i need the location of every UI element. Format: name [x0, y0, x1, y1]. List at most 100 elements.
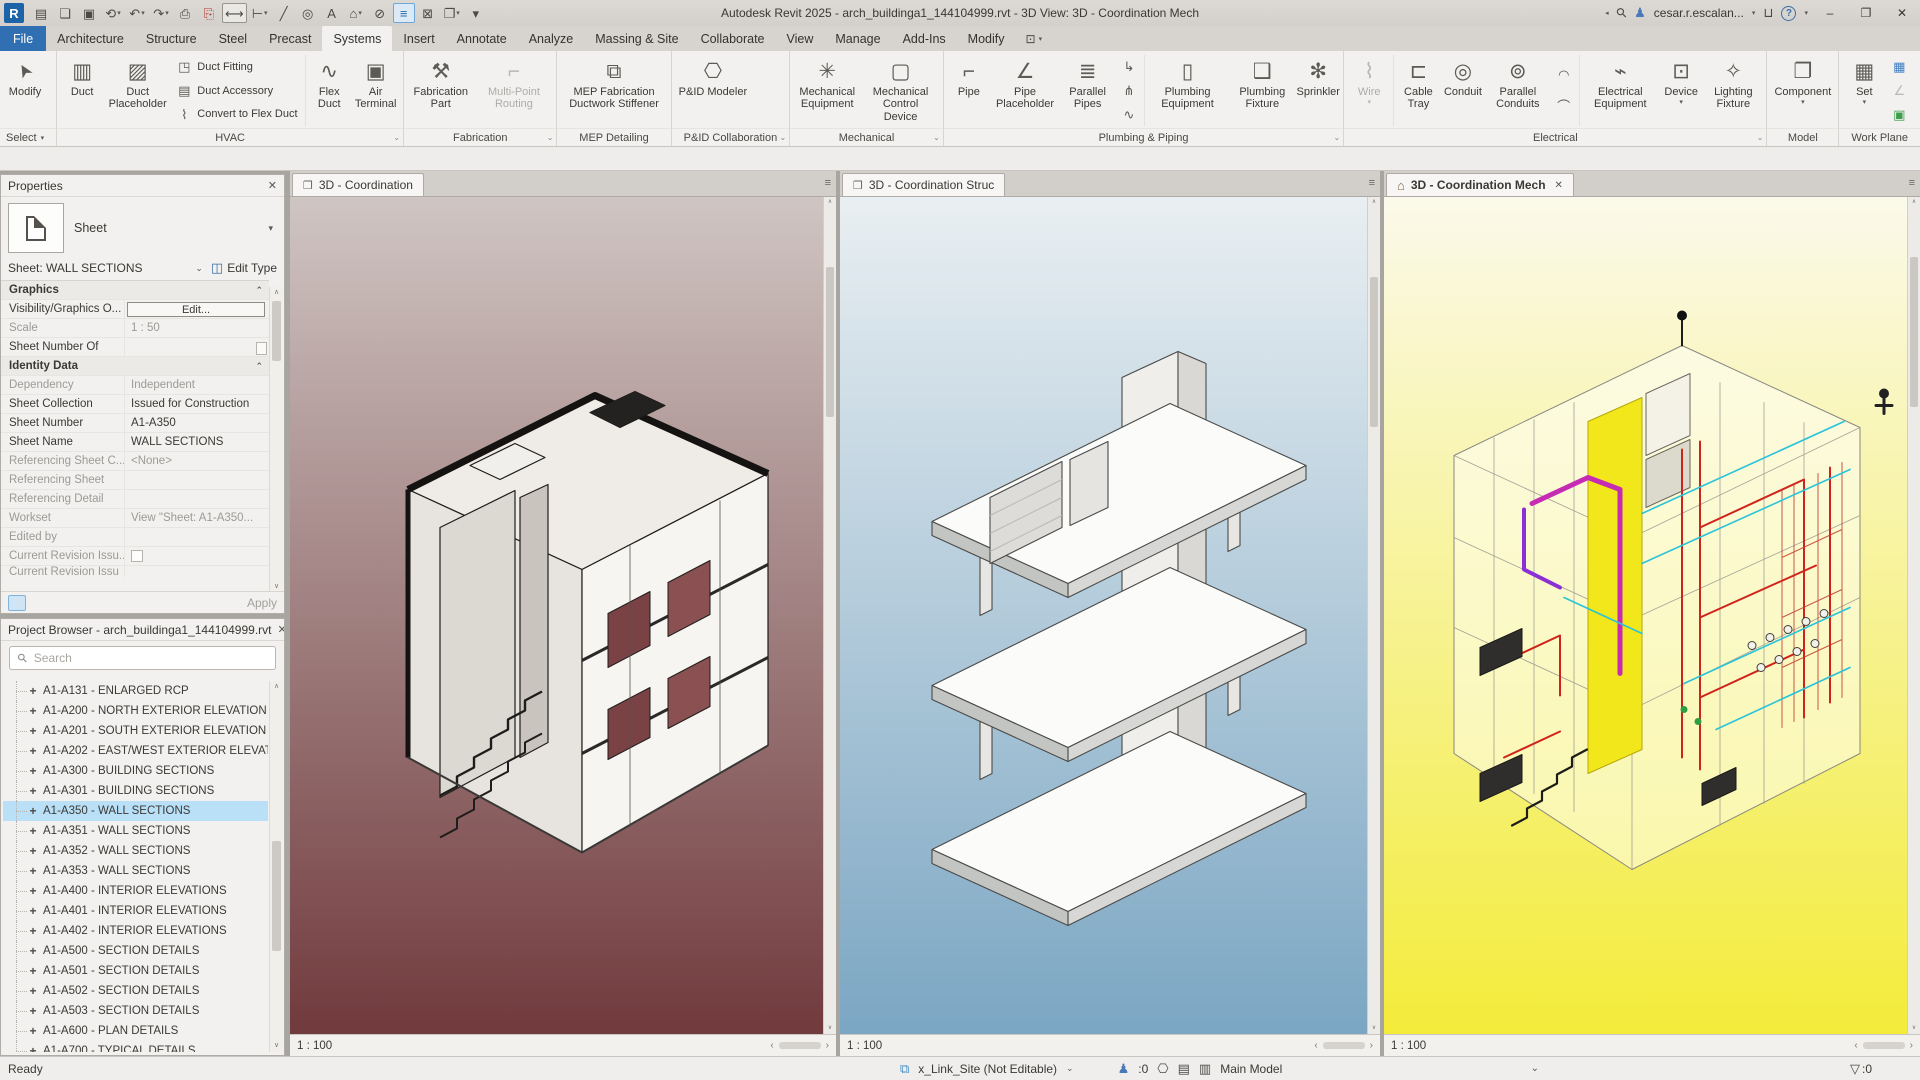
- expand-icon[interactable]: +: [28, 724, 38, 738]
- chevron-down-icon[interactable]: ⌄: [1531, 1063, 1539, 1074]
- active-link-label[interactable]: x_Link_Site (Not Editable): [918, 1062, 1057, 1076]
- tab-precast[interactable]: Precast: [258, 26, 322, 51]
- expand-icon[interactable]: +: [28, 924, 38, 938]
- user-menu-arrow-icon[interactable]: ▾: [1752, 9, 1756, 17]
- undo-icon[interactable]: ↶ ▾: [126, 3, 148, 23]
- filter-button[interactable]: ▽ :0: [1850, 1061, 1872, 1077]
- scale-button[interactable]: 1 : 100: [297, 1040, 332, 1052]
- sheet-item[interactable]: + A1-A200 - NORTH EXTERIOR ELEVATION: [3, 701, 268, 721]
- sheet-item[interactable]: + A1-A600 - PLAN DETAILS: [3, 1021, 268, 1041]
- redo-icon[interactable]: ↷ ▾: [150, 3, 172, 23]
- scale-button[interactable]: 1 : 100: [1391, 1040, 1426, 1052]
- sheet-item[interactable]: + A1-A352 - WALL SECTIONS: [3, 841, 268, 861]
- print-icon[interactable]: ⎙▾: [174, 3, 196, 23]
- default-3d-view-icon[interactable]: ⌂ ▾: [345, 3, 367, 23]
- sheet-item[interactable]: + A1-A502 - SECTION DETAILS: [3, 981, 268, 1001]
- project-browser-title-bar[interactable]: Project Browser - arch_buildinga1_144104…: [1, 619, 284, 641]
- electrical-equipment-button[interactable]: ⌁Electrical Equipment▾: [1581, 53, 1659, 128]
- expand-icon[interactable]: +: [28, 764, 38, 778]
- tab-view[interactable]: View: [776, 26, 825, 51]
- close-icon[interactable]: ✕: [272, 623, 285, 636]
- expand-icon[interactable]: +: [28, 884, 38, 898]
- sheet-item[interactable]: + A1-A131 - ENLARGED RCP: [3, 681, 268, 701]
- expand-icon[interactable]: +: [28, 844, 38, 858]
- browser-scrollbar[interactable]: ∧ ∨: [269, 681, 283, 1052]
- collapse-icon[interactable]: ⌃: [255, 361, 269, 372]
- sheet-item[interactable]: + A1-A401 - INTERIOR ELEVATIONS: [3, 901, 268, 921]
- expand-icon[interactable]: +: [28, 824, 38, 838]
- active-workset-label[interactable]: Main Model: [1220, 1062, 1282, 1076]
- view-tabs-menu-icon[interactable]: ≡: [1909, 177, 1915, 189]
- close-button[interactable]: ✕: [1888, 1, 1916, 25]
- expand-icon[interactable]: +: [28, 744, 38, 758]
- view-vertical-scrollbar[interactable]: ∧ ∨: [1907, 197, 1920, 1034]
- view-tab-coordination[interactable]: ❒ 3D - Coordination: [292, 173, 424, 196]
- apply-button[interactable]: Apply: [247, 596, 277, 610]
- view-tab-coordination-struc[interactable]: ❒ 3D - Coordination Struc: [842, 173, 1006, 196]
- horizontal-scrollbar[interactable]: ‹ ›: [1314, 1040, 1373, 1051]
- conduit-button[interactable]: ◎Conduit▾: [1441, 53, 1485, 128]
- switch-windows-icon[interactable]: ❐ ▾: [441, 3, 463, 23]
- multi-point-routing-button[interactable]: ⌐Multi-Point Routing▾: [474, 53, 553, 128]
- cable-tray-fitting-button[interactable]: ◠: [1553, 64, 1575, 86]
- electrical-panel-label[interactable]: Electrical ⌄: [1344, 128, 1767, 146]
- edit-type-button[interactable]: ◫ Edit Type: [211, 260, 277, 276]
- duct-accessory-button[interactable]: ▤ Duct Accessory: [173, 80, 300, 102]
- chevron-down-icon[interactable]: ▾: [268, 223, 277, 234]
- sheet-item[interactable]: + A1-A402 - INTERIOR ELEVATIONS: [3, 921, 268, 941]
- tab-file[interactable]: File: [0, 26, 47, 51]
- sheet-item[interactable]: + A1-A353 - WALL SECTIONS: [3, 861, 268, 881]
- convert-to-flex-duct-button[interactable]: ⌇ Convert to Flex Duct: [173, 103, 300, 125]
- text-icon[interactable]: A▾: [321, 3, 343, 23]
- parallel-pipes-button[interactable]: ≣Parallel Pipes▾: [1059, 53, 1116, 128]
- duct-button[interactable]: ▥Duct▾: [60, 53, 104, 128]
- sort-default-icon[interactable]: [8, 594, 26, 611]
- type-selector[interactable]: Sheet ▾: [1, 197, 284, 258]
- workset-dialog-icon[interactable]: ▥: [1199, 1061, 1211, 1077]
- sprinkler-button[interactable]: ✻Sprinkler▾: [1296, 53, 1340, 128]
- cable-tray-button[interactable]: ⊏Cable Tray▾: [1396, 53, 1441, 128]
- help-icon[interactable]: ?: [1781, 5, 1797, 21]
- sheet-item[interactable]: + A1-A202 - EAST/WEST EXTERIOR ELEVAT: [3, 741, 268, 761]
- component-button[interactable]: ❐ Component ▾: [1770, 53, 1835, 128]
- search-icon[interactable]: ⚲: [1612, 4, 1630, 22]
- view-vertical-scrollbar[interactable]: ∧ ∨: [823, 197, 836, 1034]
- properties-title-bar[interactable]: Properties ✕: [1, 175, 284, 197]
- duct-fitting-button[interactable]: ◳ Duct Fitting: [173, 56, 300, 78]
- sheet-item[interactable]: + A1-A400 - INTERIOR ELEVATIONS: [3, 881, 268, 901]
- mep-detailing-panel-label[interactable]: MEP Detailing: [557, 128, 671, 146]
- browser-search[interactable]: ⚲: [9, 646, 276, 670]
- plumbing-equipment-button[interactable]: ▯Plumbing Equipment▾: [1147, 53, 1229, 128]
- sheet-item[interactable]: + A1-A301 - BUILDING SECTIONS: [3, 781, 268, 801]
- ref-plane-button[interactable]: ∠: [1888, 80, 1910, 102]
- expand-icon[interactable]: +: [28, 864, 38, 878]
- file-properties-icon[interactable]: ▤▾: [30, 3, 52, 23]
- sheet-item[interactable]: + A1-A500 - SECTION DETAILS: [3, 941, 268, 961]
- mechanical-control-device-button[interactable]: ▢Mechanical Control Device▾: [861, 53, 940, 128]
- expand-icon[interactable]: +: [28, 784, 38, 798]
- flex-duct-button[interactable]: ∿Flex Duct▾: [307, 53, 351, 128]
- pid-modeler-button[interactable]: ⎔P&ID Modeler▾: [675, 53, 751, 128]
- horizontal-scrollbar[interactable]: ‹ ›: [770, 1040, 829, 1051]
- parallel-conduits-button[interactable]: ⊚Parallel Conduits▾: [1485, 53, 1551, 128]
- pid-collaboration-panel-label[interactable]: P&ID Collaboration ⌄: [671, 128, 790, 146]
- signed-in-user[interactable]: cesar.r.escalan...: [1654, 6, 1744, 20]
- editing-requests-icon[interactable]: ♟: [1118, 1061, 1130, 1077]
- tab-manage[interactable]: Manage: [824, 26, 891, 51]
- section-icon[interactable]: ⊘▾: [369, 3, 391, 23]
- chevron-down-icon[interactable]: ⌄: [1066, 1063, 1074, 1074]
- view-vertical-scrollbar[interactable]: ∧ ∨: [1367, 197, 1380, 1034]
- set-work-plane-button[interactable]: ▦ Set ▾: [1842, 53, 1886, 128]
- sheet-item[interactable]: + A1-A700 - TYPICAL DETAILS: [3, 1041, 268, 1052]
- tab-modify[interactable]: Modify: [957, 26, 1016, 51]
- conduit-fitting-button[interactable]: ⌒: [1553, 95, 1575, 117]
- device-button[interactable]: ⊡ Device ▾: [1659, 53, 1703, 128]
- tab-add-ins[interactable]: Add-Ins: [892, 26, 957, 51]
- view-tabs-menu-icon[interactable]: ≡: [1369, 177, 1375, 189]
- close-view-icon[interactable]: ✕: [1555, 180, 1563, 191]
- select-panel-label[interactable]: Select ▾: [0, 128, 57, 146]
- pipe-button[interactable]: ⌐Pipe▾: [947, 53, 991, 128]
- search-input[interactable]: [33, 651, 267, 665]
- fabrication-part-button[interactable]: ⚒Fabrication Part▾: [407, 53, 474, 128]
- view-tabs-menu-icon[interactable]: ≡: [825, 177, 831, 189]
